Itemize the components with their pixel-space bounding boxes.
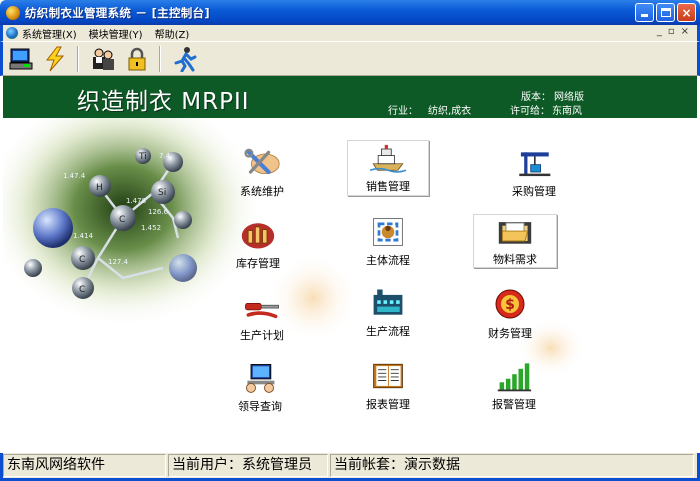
screwdriver-icon [244, 290, 280, 324]
status-current-account: 当前帐套：演示数据 [330, 454, 694, 477]
version-label: 版本： [521, 92, 551, 103]
module-material-requirements[interactable]: 物料需求 [473, 214, 557, 268]
bond-length-label: 1.478 [126, 197, 146, 205]
toolbar [0, 41, 700, 76]
module-label: 库存管理 [236, 257, 280, 270]
atom-si-label: Si [158, 188, 166, 198]
mdi-close-button[interactable]: × [681, 26, 689, 37]
module-reports[interactable]: 报表管理 [333, 359, 443, 417]
module-finance[interactable]: $ 财务管理 [455, 288, 565, 346]
atom-ti-label: Ti [138, 152, 147, 162]
product-title: 织造制衣 MRPII [77, 89, 250, 115]
industry-label: 行业： [388, 106, 418, 117]
runner-icon [174, 46, 197, 72]
menu-modules[interactable]: 模块管理(Y) [89, 26, 143, 41]
bond-length-label: 1.47.4 [63, 172, 86, 180]
dollar-icon: $ [492, 288, 528, 322]
title-bar[interactable]: 纺织制衣业管理系统 － [主控制台] × [0, 0, 700, 25]
module-main-flow[interactable]: 主体流程 [333, 215, 443, 273]
status-bar: 东南风网络软件 当前用户：系统管理员 当前帐套：演示数据 [0, 453, 700, 481]
version-value: 网络版 [554, 92, 584, 103]
license-value: 东南风 [552, 106, 582, 117]
license-label: 许可给： [510, 106, 550, 117]
warehouse-icon [240, 218, 276, 252]
toolbar-runner-button[interactable] [169, 44, 201, 74]
status-current-user: 当前用户：系统管理员 [168, 454, 328, 477]
tools-icon [244, 146, 280, 180]
computer-icon [9, 48, 33, 69]
atom-c-label: C [79, 255, 85, 265]
bond-length-label: 1.414 [73, 232, 94, 240]
module-production-plan[interactable]: 生产计划 [207, 290, 317, 348]
module-label: 报表管理 [366, 398, 410, 411]
bar-chart-icon [496, 359, 532, 393]
atom-c-label: C [119, 215, 125, 225]
document-icon [370, 359, 406, 393]
mdi-minimize-button[interactable]: _ [657, 26, 662, 37]
module-label: 领导查询 [238, 400, 282, 413]
close-button[interactable]: × [677, 3, 696, 22]
module-label: 销售管理 [366, 180, 410, 193]
bond-length-label: 126.6 [148, 208, 169, 216]
module-label: 生产计划 [240, 329, 284, 342]
module-system-maintenance[interactable]: 系统维护 [207, 146, 317, 204]
toolbar-lightning-button[interactable] [39, 44, 71, 74]
module-production-flow[interactable]: 生产流程 [333, 286, 443, 344]
svg-text:$: $ [505, 297, 515, 313]
close-icon: × [681, 6, 692, 20]
lightning-icon [45, 46, 65, 71]
module-label: 报警管理 [492, 398, 536, 411]
bond-length-label: 1.452 [141, 224, 161, 232]
bond-length-label: 7.4 [159, 152, 171, 160]
flow-cycle-icon [370, 215, 406, 249]
module-label: 生产流程 [366, 325, 410, 338]
toolbar-users-button[interactable] [87, 44, 119, 74]
module-sales[interactable]: 销售管理 [347, 140, 429, 196]
lock-icon [128, 47, 146, 70]
minimize-icon [641, 14, 648, 17]
main-console: H C C C Ti Si 1.478 1.47.4 1.414 1.452 7… [3, 118, 697, 453]
maximize-icon [661, 8, 671, 17]
module-label: 主体流程 [366, 254, 410, 267]
module-label: 系统维护 [240, 185, 284, 198]
module-purchasing[interactable]: 采购管理 [479, 146, 589, 204]
toolbar-separator [77, 45, 79, 72]
module-label: 财务管理 [488, 327, 532, 340]
ship-icon [370, 141, 406, 175]
app-icon[interactable] [6, 5, 20, 20]
module-inventory[interactable]: 库存管理 [203, 218, 313, 276]
bond-length-label: 127.4 [108, 258, 129, 266]
crane-icon [516, 146, 552, 180]
document-window-icon[interactable] [6, 27, 18, 39]
module-label: 采购管理 [512, 185, 556, 198]
toolbar-computer-button[interactable] [5, 44, 37, 74]
atom-h-label: H [96, 183, 103, 193]
product-banner: 织造制衣 MRPII 版本： 网络版 行业： 纺织,成衣 许可给： 东南风 [3, 76, 697, 118]
atom-c-label: C [79, 285, 85, 295]
menu-system[interactable]: 系统管理(X) [22, 26, 77, 41]
toolbar-lock-button[interactable] [121, 44, 153, 74]
menu-bar: 系统管理(X) 模块管理(Y) 帮助(Z) _ ▫ × [0, 25, 700, 41]
window-title: 纺织制衣业管理系统 － [主控制台] [25, 5, 210, 20]
module-alarms[interactable]: 报警管理 [459, 359, 569, 417]
folder-icon [497, 215, 533, 248]
users-icon [93, 48, 114, 70]
module-leader-query[interactable]: 领导查询 [205, 361, 315, 419]
industry-value: 纺织,成衣 [428, 106, 472, 117]
minimize-button[interactable] [635, 3, 654, 22]
computer-user-icon [242, 361, 278, 395]
status-company: 东南风网络软件 [3, 454, 166, 477]
menu-help[interactable]: 帮助(Z) [155, 26, 190, 41]
maximize-button[interactable] [656, 3, 675, 22]
module-label: 物料需求 [493, 253, 537, 266]
factory-icon [370, 286, 406, 320]
toolbar-separator [159, 45, 161, 72]
mdi-restore-button[interactable]: ▫ [668, 26, 675, 37]
